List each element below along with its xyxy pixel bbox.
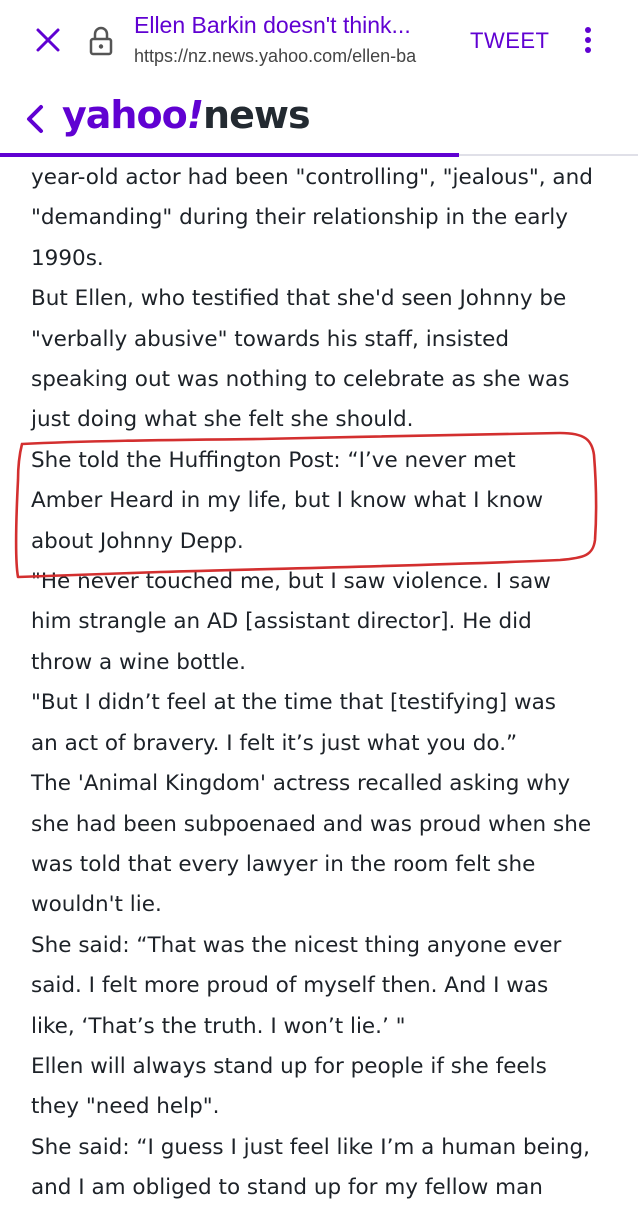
article-line: She told the Huffington Post: “I’ve neve… (31, 447, 516, 473)
article-line: just doing what she felt she should. (31, 407, 414, 433)
article-line: said. I felt more proud of myself then. … (31, 973, 549, 999)
article-line: The 'Animal Kingdom' actress recalled as… (31, 771, 571, 797)
article-line: Amber Heard in my life, but I know what … (31, 488, 544, 514)
article-line: Ellen will always stand up for people if… (31, 1053, 547, 1079)
article-line: like, ‘That’s the truth. I won’t lie.’ " (31, 1013, 406, 1039)
browser-toolbar: Ellen Barkin doesn't think... https://nz… (0, 0, 638, 80)
chevron-left-icon (27, 105, 43, 133)
more-options-button[interactable] (578, 22, 598, 58)
article-line: "demanding" during their relationship in… (31, 205, 568, 231)
article-line: She said: “I guess I just feel like I’m … (31, 1134, 590, 1160)
logo-bang: ! (186, 93, 204, 137)
article-line: "But I didn’t feel at the time that [tes… (31, 690, 556, 716)
lock-icon[interactable] (88, 25, 114, 57)
article-line: speaking out was nothing to celebrate as… (31, 367, 570, 393)
article-line: throw a wine bottle. (31, 649, 246, 675)
article-line: was told that every lawyer in the room f… (31, 851, 536, 877)
tweet-button[interactable]: TWEET (470, 28, 550, 54)
article-line: "He never touched me, but I saw violence… (31, 569, 551, 595)
url-text[interactable]: https://nz.news.yahoo.com/ellen-ba (134, 46, 452, 67)
yahoo-news-logo[interactable]: yahoo!news (62, 90, 311, 140)
article-line: about Johnny Depp. (31, 528, 244, 554)
article-line: 1990s. (31, 245, 104, 271)
article-line: she had been subpoenaed and was proud wh… (31, 811, 592, 837)
article-body: year-old actor had been "controlling", "… (31, 158, 621, 1209)
close-tab-button[interactable] (30, 22, 66, 58)
article-line: year-old actor had been "controlling", "… (31, 165, 593, 190)
site-header: yahoo!news (0, 80, 638, 156)
back-button[interactable] (20, 102, 50, 136)
article-line: wouldn't lie. (31, 892, 162, 918)
article-line: an act of bravery. I felt it’s just what… (31, 730, 518, 756)
logo-yahoo: yahoo (62, 93, 188, 137)
logo-news: news (203, 93, 311, 137)
more-vert-icon (585, 27, 591, 53)
reading-progress-bar (0, 153, 460, 157)
article-line: "verbally abusive" towards his staff, in… (31, 326, 509, 352)
article-line: She said: “That was the nicest thing any… (31, 932, 562, 958)
page-title[interactable]: Ellen Barkin doesn't think... (134, 12, 454, 39)
article-line: him strangle an AD [assistant director].… (31, 609, 532, 635)
article-line: and I am obliged to stand up for my fell… (31, 1175, 543, 1201)
close-icon (36, 28, 60, 52)
article-line: But Ellen, who testified that she'd seen… (31, 286, 567, 312)
article-line: they "need help". (31, 1094, 220, 1120)
